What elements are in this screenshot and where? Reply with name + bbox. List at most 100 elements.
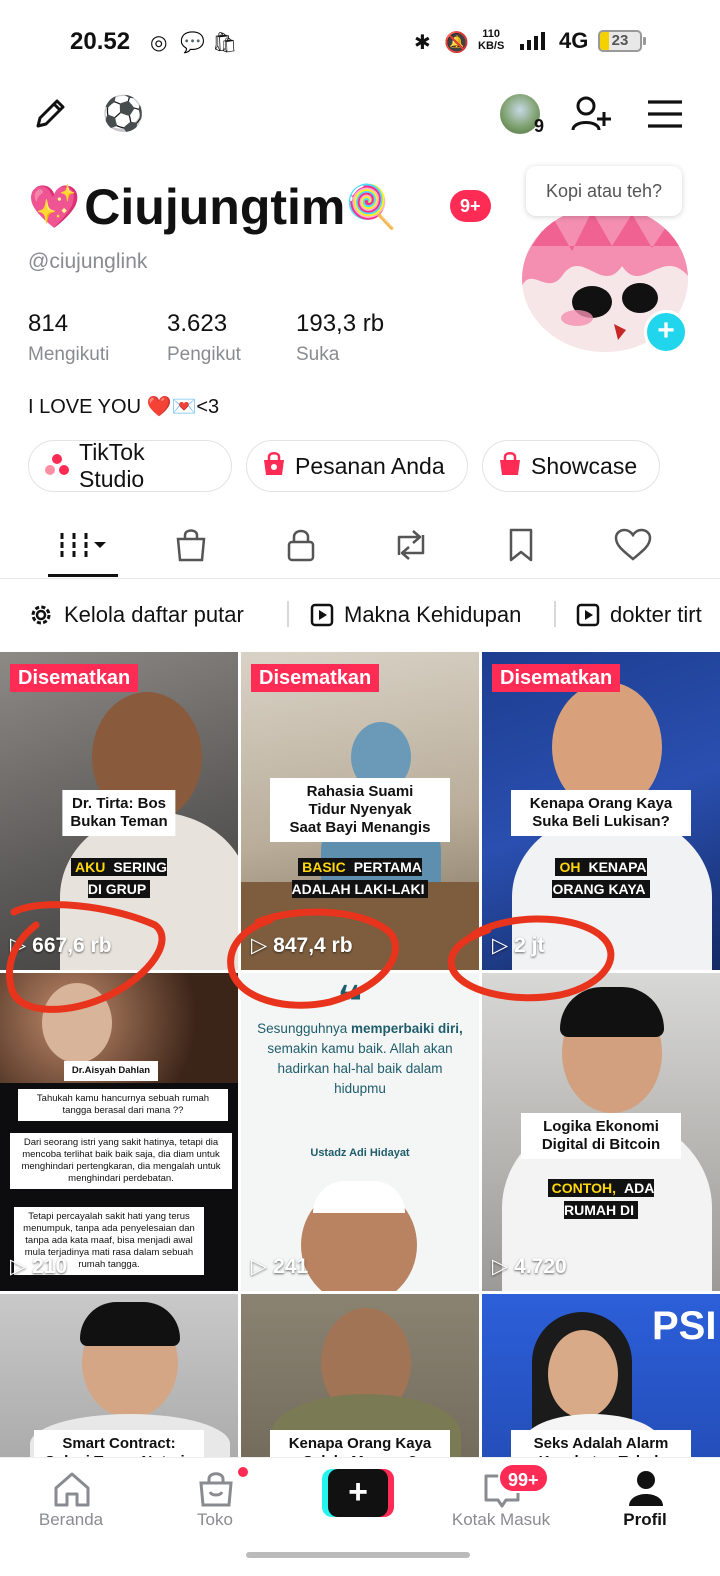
notification-badge[interactable]: 9+ (450, 190, 491, 222)
video-thumbnail[interactable]: Dr.Aisyah Dahlan Tahukah kamu hancurnya … (0, 973, 238, 1291)
bookmark-icon (509, 528, 533, 562)
video-thumbnail[interactable]: Logika Ekonomi Digital di Bitcoin CONTOH… (482, 973, 720, 1291)
tiktok-studio-button[interactable]: TikTok Studio (28, 439, 232, 492)
video-thumbnail[interactable]: Smart Contract: Solusi Tanpa Notaris (0, 1294, 238, 1457)
stat-value: 814 (28, 310, 69, 337)
net-speed-unit: KB/S (478, 40, 505, 52)
play-icon: ▷ (251, 934, 268, 957)
chat-bubble-icon: 💬 (180, 32, 205, 54)
tab-liked[interactable] (598, 515, 668, 575)
stat-label: Suka (296, 344, 340, 365)
tab-videos[interactable] (48, 515, 118, 575)
video-thumbnail[interactable]: Disematkan Kenapa Orang Kaya Suka Beli L… (482, 652, 720, 970)
shop-notification-icon: 🛍 (212, 32, 238, 54)
soccer-ball-icon[interactable]: ⚽ (102, 94, 144, 134)
video-thumbnail[interactable]: Kenapa Orang Kaya Selalu Menang? (241, 1294, 479, 1457)
tab-reposts[interactable] (376, 515, 446, 575)
nav-label: Beranda (38, 1510, 104, 1529)
manage-playlists-button[interactable]: Kelola daftar putar (28, 590, 244, 640)
add-friend-icon[interactable] (570, 94, 614, 139)
nav-home[interactable]: Beranda (16, 1458, 126, 1542)
inbox-badge: 99+ (498, 1463, 549, 1493)
note-text: Dari seorang istri yang sakit hatinya, t… (10, 1133, 232, 1189)
playlist-divider (287, 601, 289, 627)
quote-text: Sesungguhnya memperbaiki diri, semakin k… (257, 1021, 463, 1096)
view-count: ▷ 2 jt (492, 933, 545, 958)
playlist-dokter-tirta[interactable]: dokter tirt (576, 590, 702, 640)
view-count: ▷ 210 (10, 1254, 68, 1279)
note-title: Dr.Aisyah Dahlan (64, 1061, 158, 1081)
add-story-plus-icon[interactable]: + (644, 310, 688, 354)
create-button[interactable]: + (322, 1469, 394, 1517)
studio-icon (43, 451, 71, 482)
video-title: Seks Adalah Alarm Kesehatan Tubuh (511, 1430, 691, 1457)
showcase-bag-icon (497, 451, 523, 482)
vpn-icon: ◎ (150, 32, 168, 54)
playlist-play-icon (310, 603, 334, 627)
stat-followers[interactable]: 3.623 Pengikut (167, 310, 241, 366)
stat-following[interactable]: 814 Mengikuti (28, 310, 109, 366)
video-thumbnail[interactable]: ❝ Sesungguhnya memperbaiki diri, semakin… (241, 973, 479, 1291)
quote-author: Ustadz Adi Hidayat (310, 1147, 410, 1159)
video-caption: AKU SERING DI GRUP (34, 856, 204, 900)
videos-grid-icon (60, 533, 106, 557)
battery-icon: 23 (598, 30, 642, 52)
liked-heart-icon (614, 528, 652, 561)
bottom-navigation: Beranda Toko + Kotak Masuk Profil (0, 1457, 720, 1576)
play-icon: ▷ (251, 1255, 268, 1278)
playlist-label: Kelola daftar putar (64, 602, 244, 627)
video-thumbnail[interactable]: PSI Seks Adalah Alarm Kesehatan Tubuh (482, 1294, 720, 1457)
bluetooth-icon: ✱ (414, 32, 431, 54)
sparkle-heart-icon: 💖 (28, 182, 81, 230)
white-cap (313, 1181, 405, 1213)
friends-count: 9 (534, 116, 545, 136)
tab-saved[interactable] (486, 515, 556, 575)
action-label: Showcase (531, 452, 638, 479)
profile-icon (629, 1471, 663, 1506)
video-thumbnail[interactable]: Disematkan Rahasia Suami Tidur Nyenyak S… (241, 652, 479, 970)
create-plus-icon: + (328, 1469, 388, 1517)
lollipop-icon: 🍭 (345, 182, 398, 230)
video-title: Dr. Tirta: Bos Bukan Teman (62, 790, 176, 836)
nav-shop[interactable]: Toko (160, 1458, 270, 1542)
action-label: TikTok Studio (79, 439, 145, 492)
play-icon: ▷ (10, 1255, 27, 1278)
thumbnail-person (42, 983, 112, 1063)
display-name: Ciujungtim (84, 179, 346, 235)
tab-private[interactable] (266, 515, 336, 575)
stat-likes[interactable]: 193,3 rb Suka (296, 310, 384, 366)
home-icon (54, 1472, 90, 1507)
shop-bag-icon (176, 529, 206, 562)
playlist-makna-kehidupan[interactable]: Makna Kehidupan (310, 590, 521, 640)
orders-bag-icon (261, 451, 287, 482)
net-speed-value: 110 (482, 28, 501, 40)
playlist-play-icon (576, 603, 600, 627)
mute-bell-icon: 🔕 (444, 32, 469, 54)
pinned-badge: Disematkan (492, 664, 621, 692)
menu-hamburger-icon[interactable] (646, 98, 684, 135)
profile-tabs (0, 515, 720, 579)
video-title: Kenapa Orang Kaya Suka Beli Lukisan? (511, 790, 691, 836)
nav-profile[interactable]: Profil (590, 1458, 700, 1542)
play-icon: ▷ (492, 934, 509, 957)
status-bar: 20.52 ◎ 💬 🛍 ✱ 🔕 110 KB/S 4G 23 (0, 0, 720, 84)
showcase-button[interactable]: Showcase (482, 440, 660, 492)
tab-shop[interactable] (156, 515, 226, 575)
video-thumbnail[interactable]: Disematkan Dr. Tirta: Bos Bukan Teman AK… (0, 652, 238, 970)
view-count: ▷ 4.720 (492, 1254, 567, 1279)
bio-text: I LOVE YOU ❤️💌<3 (28, 396, 220, 418)
stat-label: Pengikut (167, 344, 241, 365)
edit-pencil-icon[interactable] (30, 94, 70, 139)
playlist-bar: Kelola daftar putar Makna Kehidupan dokt… (0, 590, 720, 640)
nav-label: Toko (197, 1510, 233, 1529)
note-bubble[interactable]: Kopi atau teh? (526, 166, 682, 216)
play-icon: ▷ (10, 934, 27, 957)
pinned-badge: Disematkan (10, 664, 139, 692)
orders-button[interactable]: Pesanan Anda (246, 440, 468, 492)
active-tab-indicator (48, 574, 118, 577)
repost-icon (397, 530, 425, 560)
note-text: Tahukah kamu hancurnya sebuah rumah tang… (18, 1089, 228, 1121)
battery-tip (643, 37, 646, 45)
home-indicator[interactable] (246, 1552, 470, 1558)
username-handle[interactable]: @ciujunglink (28, 250, 147, 274)
